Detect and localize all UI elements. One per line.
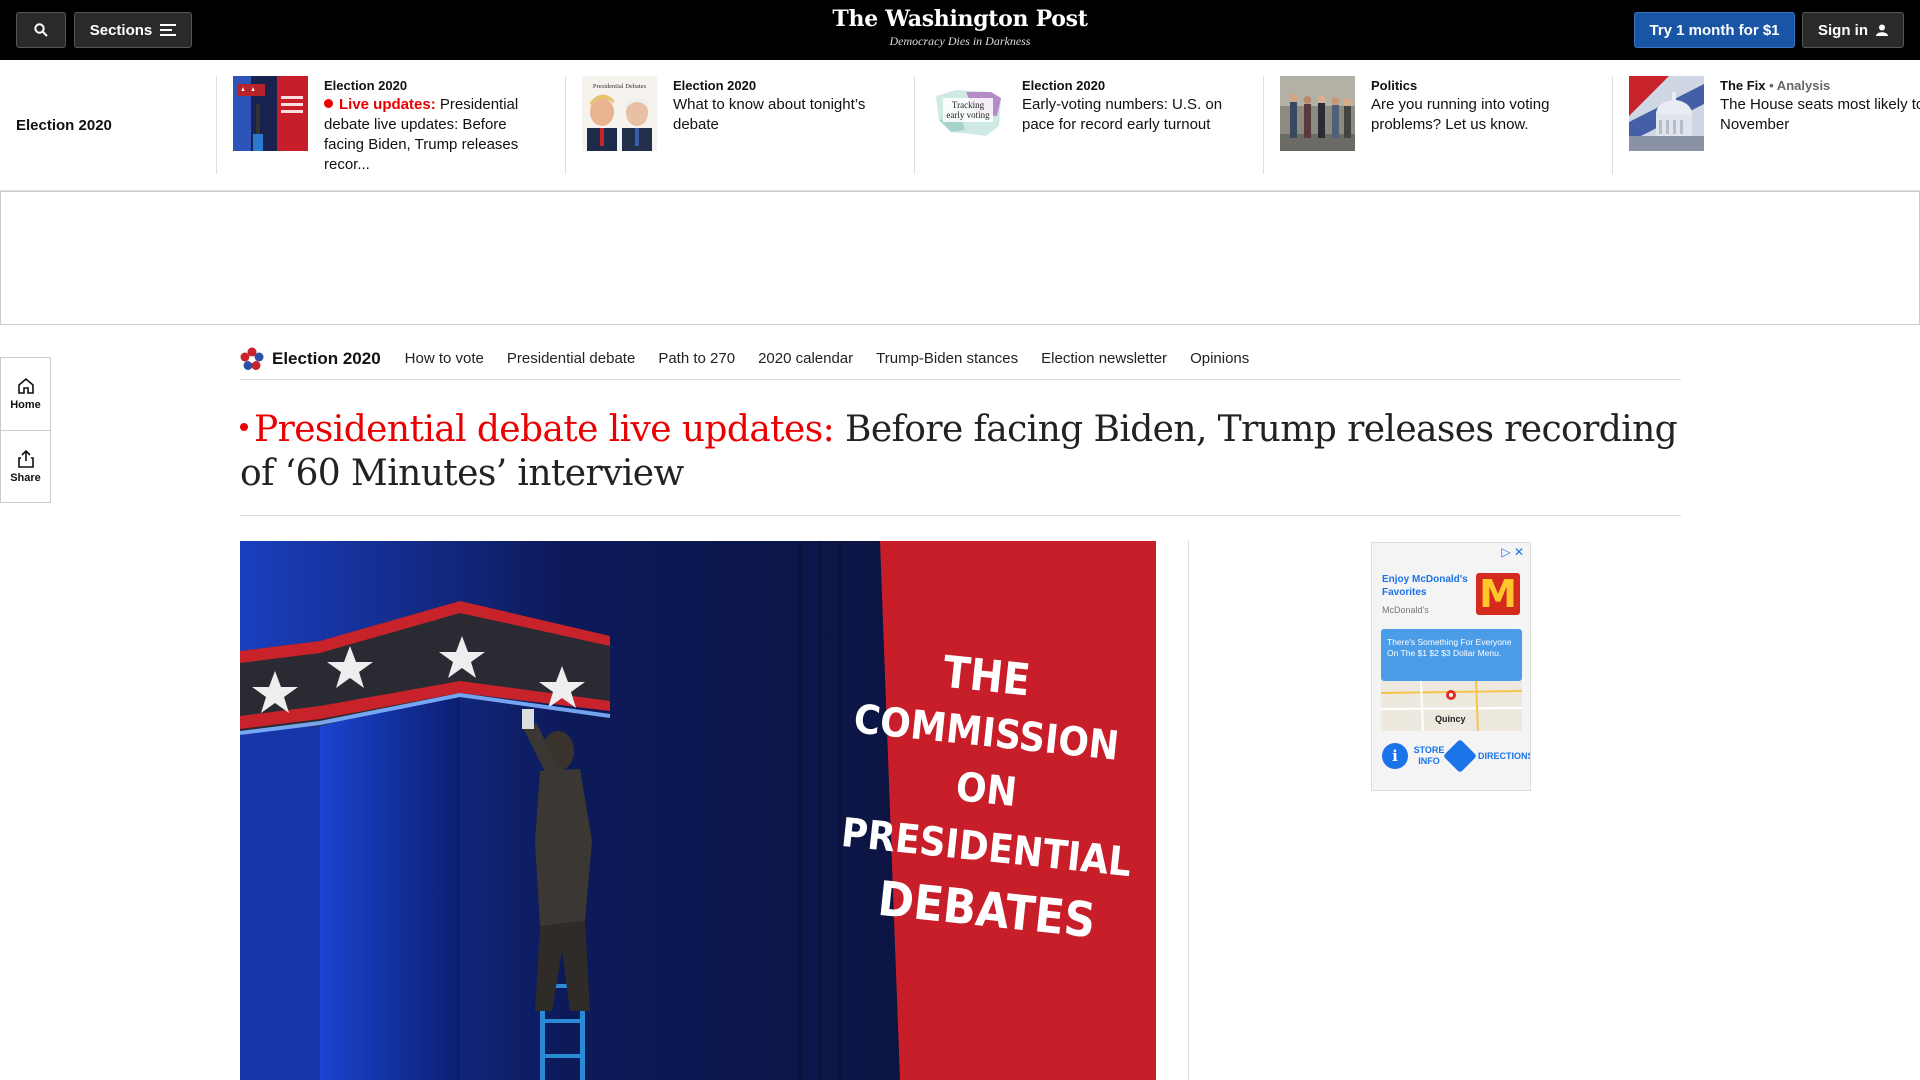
nav-link-2020-calendar[interactable]: 2020 calendar [758,350,853,367]
card-headline[interactable]: Early-voting numbers: U.S. on pace for r… [1022,95,1242,135]
thumbnail-debate-stage [233,76,308,151]
divider [240,515,1681,516]
card-headline[interactable]: Live updates: Presidential debate live u… [324,95,544,175]
nav-link-path-to-270[interactable]: Path to 270 [658,350,735,367]
ad-map: Quincy [1381,681,1522,731]
search-button[interactable] [16,12,66,48]
headline-card[interactable]: Presidential Debates Election 2020 What … [566,76,915,174]
nav-link-trump-biden-stances[interactable]: Trump-Biden stances [876,350,1018,367]
article-headline: Presidential debate live updates: Before… [240,408,1681,496]
thumb-caption: Presidential Debates [593,83,647,90]
sign-in-button[interactable]: Sign in [1802,12,1904,48]
nav-link-how-to-vote[interactable]: How to vote [405,350,484,367]
site-logo[interactable]: The Washington Post Democracy Dies in Da… [760,6,1160,49]
ad-blurb: There's Something For Everyone On The $1… [1381,629,1522,681]
store-info-link[interactable]: STORE INFO [1412,745,1446,767]
nav-link-election-newsletter[interactable]: Election newsletter [1041,350,1167,367]
menu-icon [160,24,177,36]
home-button[interactable]: Home [1,358,50,430]
share-icon [17,449,34,468]
headline-card[interactable]: Politics Are you running into voting pro… [1264,76,1613,174]
home-label: Home [10,399,41,411]
card-kicker: Election 2020 [673,78,757,93]
search-icon [34,23,48,37]
live-updates-label: Live updates: [339,96,436,113]
home-icon [17,377,34,394]
info-icon[interactable]: i [1382,743,1408,769]
svg-text:Tracking: Tracking [952,100,985,110]
thumbnail-capitol [1629,76,1704,151]
live-bullet-icon [240,423,248,431]
kicker-analysis: • Analysis [1765,78,1831,93]
election-star-icon [240,347,264,370]
directions-icon[interactable] [1443,739,1477,773]
logo-name: The Washington Post [832,6,1088,32]
headline-card[interactable]: Tracking early voting Election 2020 Earl… [915,76,1264,174]
live-dot-icon [324,99,333,108]
directions-link[interactable]: DIRECTIONS [1478,751,1530,761]
side-rail: Home Share [0,357,51,503]
card-headline[interactable]: The House seats most likely to flip in N… [1720,95,1920,135]
advertisement-banner-placeholder [0,191,1920,325]
banner-line: THE [940,647,1032,707]
divider [1188,541,1189,1080]
top-navigation-bar: Sections The Washington Post Democracy D… [0,0,1920,60]
share-label: Share [10,471,41,484]
sign-in-label: Sign in [1818,21,1868,39]
thumbnail-candidates: Presidential Debates [582,76,657,151]
headlines-strip: Election 2020 Election 2020 Live updates… [0,60,1920,191]
sections-button[interactable]: Sections [74,12,192,48]
share-button[interactable]: Share [1,430,50,502]
nav-link-opinions[interactable]: Opinions [1190,350,1249,367]
headline-live-label: Presidential debate live updates: [254,409,835,450]
mcdonalds-ad[interactable]: ▷ ✕ Enjoy McDonald's Favorites McDonald'… [1371,542,1531,791]
card-kicker: The Fix • Analysis [1720,78,1831,93]
brand-label: Election 2020 [272,348,381,368]
nav-link-presidential-debate[interactable]: Presidential debate [507,350,635,367]
user-icon [1876,24,1888,36]
sections-label: Sections [89,21,153,39]
banner-line: ON [954,764,1019,816]
lead-photo: THE COMMISSION ON PRESIDENTIAL DEBATES [240,541,1156,1080]
thumbnail-voting-line [1280,76,1355,151]
mcdonalds-logo-icon: M [1476,573,1520,615]
subscribe-button[interactable]: Try 1 month for $1 [1634,12,1795,48]
card-headline[interactable]: What to know about tonight’s debate [673,95,893,135]
card-headline[interactable]: Are you running into voting problems? Le… [1371,95,1591,135]
logo-tagline: Democracy Dies in Darkness [889,34,1031,48]
ad-title: Enjoy McDonald's Favorites [1382,574,1468,598]
ad-choices-icon[interactable]: ▷ ✕ [1501,545,1524,559]
ad-brand: McDonald's [1382,605,1429,615]
headline-card[interactable]: The Fix • Analysis The House seats most … [1613,76,1920,174]
card-kicker: Election 2020 [324,78,408,93]
thumbnail-tracking-map: Tracking early voting [931,76,1006,151]
strip-label[interactable]: Election 2020 [16,117,112,134]
card-kicker: Politics [1371,78,1418,93]
svg-text:early voting: early voting [946,110,990,120]
election-section-nav: Election 2020 How to vote Presidential d… [240,338,1681,380]
headline-card[interactable]: Election 2020 Live updates: Presidential… [217,76,566,174]
election-2020-brand[interactable]: Election 2020 [240,347,381,371]
card-kicker: Election 2020 [1022,78,1106,93]
map-city-label: Quincy [1435,714,1466,724]
